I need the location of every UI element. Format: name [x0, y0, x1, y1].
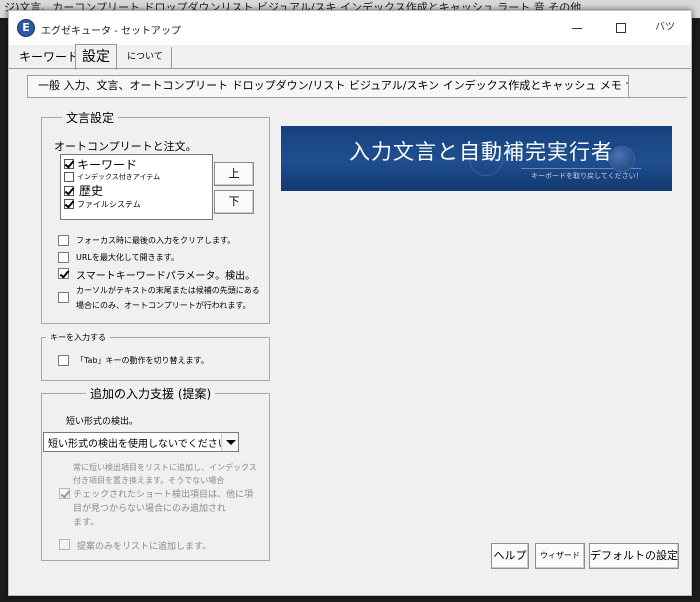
- autocomplete-order-list[interactable]: キーワード インデックス付きアイテム 歴史 ファイルシステム: [60, 154, 213, 220]
- list-item-checkbox[interactable]: [64, 199, 74, 209]
- minimize-icon: [572, 27, 582, 29]
- maximize-button[interactable]: [601, 17, 641, 39]
- short-detect-label: 短い形式の検出。: [66, 417, 139, 427]
- open-url-maximized-checkbox[interactable]: [58, 252, 69, 263]
- suggest-only-label: 提案のみをリストに追加します。: [77, 542, 212, 552]
- autocomplete-order-label: オートコンプリートと注文。: [54, 140, 197, 153]
- cursor-end-autocomplete-label-2: 場合にのみ、オートコンプリートが行われます。: [76, 301, 251, 310]
- suggest-only-checkbox[interactable]: [59, 539, 70, 550]
- tab-about[interactable]: について: [123, 47, 172, 69]
- tab-keyword[interactable]: キーワード: [15, 47, 83, 69]
- setup-window: E エグゼキュータ - セットアップ バツ キーワード 設定 について 一般 入…: [8, 10, 692, 596]
- list-item-indexed[interactable]: インデックス付きアイテム: [77, 172, 160, 182]
- short-detect-only-checkbox[interactable]: [59, 488, 70, 499]
- short-detect-select-value: 短い形式の検出を使用しないでください: [48, 439, 228, 450]
- open-url-maximized-label: URLを最大化して開きます。: [76, 253, 179, 262]
- list-item-checkbox[interactable]: [64, 159, 74, 169]
- default-settings-button[interactable]: デフォルトの設定: [589, 543, 679, 569]
- short-detect-only-label-2: 目が見つからない場合にのみ追加され: [73, 504, 227, 514]
- short-detect-hint-2: 付き項目を置き換えます。そうでない場合: [73, 476, 225, 485]
- short-detect-only-label-3: ます。: [73, 518, 100, 528]
- list-item-keyword[interactable]: キーワード: [77, 156, 137, 173]
- short-detect-only-label-1: チェックされたショート検出項目は、他に項: [73, 490, 254, 500]
- tab-settings[interactable]: 設定: [75, 44, 117, 70]
- short-detect-select[interactable]: 短い形式の検出を使用しないでください: [43, 432, 239, 452]
- move-up-button[interactable]: 上: [214, 162, 254, 186]
- app-banner: 入力文言と自動補完実行者 キーボードを取り戻してください！: [281, 126, 672, 191]
- window-title: エグゼキュータ - セットアップ: [41, 26, 181, 37]
- assist-group-title: 追加の入力支援 (提案): [86, 385, 216, 402]
- globe-icon: [609, 146, 635, 172]
- title-bar[interactable]: E エグゼキュータ - セットアップ バツ: [9, 11, 691, 45]
- chevron-down-icon[interactable]: [221, 433, 238, 451]
- tab-key-toggle-checkbox[interactable]: [58, 355, 69, 366]
- tab-divider: [9, 68, 691, 69]
- app-icon: E: [17, 19, 35, 37]
- minimize-button[interactable]: [557, 17, 597, 39]
- wording-group-title: 文言設定: [62, 109, 119, 126]
- close-button[interactable]: バツ: [645, 17, 685, 39]
- move-down-button[interactable]: 下: [214, 190, 254, 214]
- cursor-end-autocomplete-label-1: カーソルがテキストの末尾または候補の先頭にある: [76, 286, 260, 295]
- list-item-checkbox[interactable]: [64, 172, 74, 182]
- banner-subtitle: キーボードを取り戻してください！: [531, 172, 643, 180]
- keys-group-title: キーを入力する: [46, 332, 110, 343]
- short-detect-hint-1: 常に短い検出項目をリストに追加し、インデックス: [73, 463, 257, 472]
- cursor-end-autocomplete-checkbox[interactable]: [58, 292, 69, 303]
- input-keys-group: キーを入力する 「Tab」キーの動作を切り替えます。: [41, 332, 270, 381]
- tab-key-toggle-label: 「Tab」キーの動作を切り替えます。: [76, 356, 209, 365]
- help-button[interactable]: ヘルプ: [491, 543, 529, 569]
- clear-on-focus-checkbox[interactable]: [58, 235, 69, 246]
- settings-content: 文言設定 オートコンプリートと注文。 キーワード インデックス付きアイテム 歴史…: [27, 97, 687, 587]
- list-item-filesystem[interactable]: ファイルシステム: [77, 199, 141, 210]
- list-item-history[interactable]: 歴史: [79, 182, 103, 199]
- sub-tab-general[interactable]: 一般 入力、文言、オートコンプリート ドロップダウン/リスト ビジュアル/スキン…: [27, 75, 629, 97]
- wording-settings-group: 文言設定 オートコンプリートと注文。 キーワード インデックス付きアイテム 歴史…: [41, 109, 270, 324]
- clear-on-focus-label: フォーカス時に最後の入力をクリアします。: [76, 236, 236, 245]
- wizard-button[interactable]: ウィザード: [535, 543, 585, 569]
- smart-keyword-checkbox[interactable]: [58, 268, 69, 279]
- smart-keyword-label: スマートキーワードパラメータ。検出。: [76, 271, 256, 282]
- list-item-checkbox[interactable]: [64, 186, 74, 196]
- maximize-icon: [616, 23, 626, 33]
- banner-title: 入力文言と自動補完実行者: [349, 140, 613, 164]
